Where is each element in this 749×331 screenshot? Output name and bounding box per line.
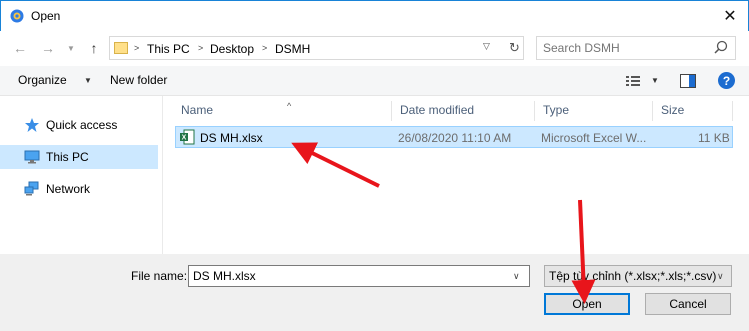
address-bar[interactable]: > This PC > Desktop > DSMH ▽ ↻ xyxy=(109,36,524,60)
file-name-input[interactable] xyxy=(193,268,503,284)
breadcrumb-separator-icon: > xyxy=(198,43,204,53)
refresh-button[interactable]: ↻ xyxy=(504,38,524,58)
app-icon xyxy=(10,9,24,23)
chevron-down-icon[interactable]: ∨ xyxy=(513,271,520,282)
computer-icon xyxy=(24,150,40,164)
breadcrumb-separator-icon: > xyxy=(134,43,140,53)
chevron-down-icon: ▼ xyxy=(67,43,75,53)
back-button[interactable]: ← xyxy=(10,38,30,58)
cancel-button[interactable]: Cancel xyxy=(645,293,731,315)
navigation-pane: Quick access This PC Network xyxy=(0,96,163,254)
nav-item-this-pc[interactable]: This PC xyxy=(0,145,158,169)
file-type: Microsoft Excel W... xyxy=(541,131,647,145)
nav-item-network[interactable]: Network xyxy=(0,177,158,201)
address-dropdown-icon[interactable]: ▽ xyxy=(483,41,490,52)
file-type-filter-value: Tệp tùy chỉnh (*.xlsx;*.xls;*.csv) xyxy=(549,269,717,283)
organize-button[interactable]: Organize xyxy=(18,73,67,87)
file-date-modified: 26/08/2020 11:10 AM xyxy=(398,131,512,145)
file-name-combobox[interactable]: ∨ xyxy=(188,265,530,287)
open-button[interactable]: Open xyxy=(544,293,630,315)
title-bar: Open ✕ xyxy=(0,0,749,31)
breadcrumb-this-pc[interactable]: This PC xyxy=(147,42,190,56)
nav-item-label: Quick access xyxy=(46,118,118,132)
toolbar: Organize ▼ New folder ▼ ? xyxy=(0,66,749,96)
column-header-type[interactable]: Type xyxy=(535,101,653,121)
forward-button[interactable]: → xyxy=(38,38,58,58)
file-list: Name ^ Date modified Type Size X DS MH.x… xyxy=(163,96,749,254)
breadcrumb-desktop[interactable]: Desktop xyxy=(210,42,254,56)
new-folder-button[interactable]: New folder xyxy=(110,73,167,87)
file-row[interactable]: X DS MH.xlsx 26/08/2020 11:10 AM Microso… xyxy=(175,126,733,148)
file-size: 11 KB xyxy=(698,131,730,145)
chevron-down-icon[interactable]: ▼ xyxy=(84,76,92,85)
up-button[interactable]: ↑ xyxy=(84,38,104,58)
arrow-up-icon: ↑ xyxy=(90,40,98,56)
arrow-right-icon: → xyxy=(41,40,55,56)
folder-icon xyxy=(114,42,128,54)
svg-text:X: X xyxy=(182,135,187,142)
column-header-date-modified[interactable]: Date modified xyxy=(392,101,535,121)
nav-item-quick-access[interactable]: Quick access xyxy=(0,113,158,137)
recent-locations-button[interactable]: ▼ xyxy=(64,38,78,58)
close-button[interactable]: ✕ xyxy=(715,4,745,28)
close-icon: ✕ xyxy=(723,8,737,25)
breadcrumb-separator-icon: > xyxy=(262,43,268,53)
search-input[interactable] xyxy=(543,40,703,56)
column-header-size[interactable]: Size xyxy=(653,101,733,121)
help-icon[interactable]: ? xyxy=(718,72,735,89)
search-box[interactable] xyxy=(536,36,736,60)
dialog-footer: File name: ∨ Tệp tùy chỉnh (*.xlsx;*.xls… xyxy=(0,254,749,331)
file-name-label: File name: xyxy=(131,269,188,283)
network-icon xyxy=(24,181,39,196)
preview-pane-icon[interactable] xyxy=(680,74,696,88)
nav-item-label: This PC xyxy=(46,150,89,164)
refresh-icon: ↻ xyxy=(509,40,520,55)
arrow-left-icon: ← xyxy=(13,40,27,56)
sort-ascending-icon: ^ xyxy=(287,101,292,111)
nav-item-label: Network xyxy=(46,182,91,196)
search-icon xyxy=(714,40,728,54)
chevron-down-icon: ∨ xyxy=(717,271,724,281)
file-type-filter-select[interactable]: Tệp tùy chỉnh (*.xlsx;*.xls;*.csv) ∨ xyxy=(544,265,732,287)
excel-file-icon: X xyxy=(180,129,195,145)
window-title: Open xyxy=(31,9,61,23)
star-icon xyxy=(25,118,39,132)
breadcrumb-dsmh[interactable]: DSMH xyxy=(275,42,310,56)
chevron-down-icon[interactable]: ▼ xyxy=(651,76,659,85)
column-header-name[interactable]: Name ^ xyxy=(173,101,392,121)
file-name: DS MH.xlsx xyxy=(200,131,263,145)
view-options-icon[interactable] xyxy=(625,74,641,88)
